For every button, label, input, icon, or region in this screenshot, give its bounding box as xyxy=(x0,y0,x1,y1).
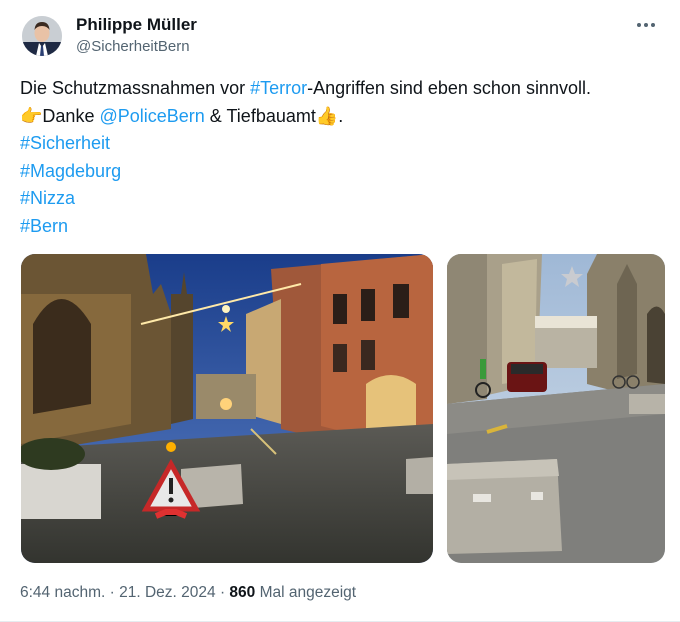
more-horizontal-icon-dot xyxy=(644,23,648,27)
tweet-card: Philippe Müller @SicherheitBern Die Schu… xyxy=(0,0,680,622)
tweet-text-part: -Angriffen sind eben schon sinnvoll. xyxy=(307,78,591,98)
thumbs-up-emoji: 👍 xyxy=(315,105,339,127)
hashtag-bern-link[interactable]: #Bern xyxy=(20,213,670,241)
hashtag-terror-link[interactable]: #Terror xyxy=(250,78,307,98)
hashtag-magdeburg-link[interactable]: #Magdeburg xyxy=(20,158,670,186)
day-street-barriers-photo[interactable] xyxy=(447,254,665,563)
tweet-text-part: & Tiefbauamt xyxy=(204,105,316,126)
tweet-text-part: . xyxy=(338,105,344,126)
author-name[interactable]: Philippe Müller xyxy=(76,15,197,35)
meta-separator-2: · xyxy=(219,584,226,601)
author-avatar[interactable] xyxy=(22,16,62,56)
views-label: Mal angezeigt xyxy=(259,584,357,601)
views-count: 860 xyxy=(229,584,256,601)
tweet-line-1: Die Schutzmassnahmen vor #Terror-Angriff… xyxy=(20,75,670,103)
pointing-hand-emoji: 👉 xyxy=(20,105,43,127)
tweet-text: Die Schutzmassnahmen vor #Terror-Angriff… xyxy=(20,75,670,240)
avatar-image xyxy=(22,16,62,56)
day-street-illustration xyxy=(447,254,665,563)
author-handle[interactable]: @SicherheitBern xyxy=(76,38,190,55)
night-street-barriers-photo[interactable] xyxy=(21,254,433,563)
tweet-text-part: Die Schutzmassnahmen vor xyxy=(20,78,251,98)
tweet-meta: 6:44 nachm. · 21. Dez. 2024 · 860 Mal an… xyxy=(20,584,356,602)
more-options-button[interactable] xyxy=(632,14,660,36)
mention-policebern-link[interactable]: @PoliceBern xyxy=(99,106,204,126)
tweet-line-2: 👉Danke @PoliceBern & Tiefbauamt👍. xyxy=(20,103,670,131)
tweet-text-part: Danke xyxy=(42,105,100,126)
hashtag-nizza-link[interactable]: #Nizza xyxy=(20,185,670,213)
tweet-date[interactable]: 21. Dez. 2024 xyxy=(119,584,216,601)
more-horizontal-icon-dot xyxy=(651,23,655,27)
tweet-time[interactable]: 6:44 nachm. xyxy=(20,584,105,601)
hashtag-sicherheit-link[interactable]: #Sicherheit xyxy=(20,130,670,158)
meta-separator: · xyxy=(109,584,115,601)
night-street-illustration xyxy=(21,254,433,563)
more-horizontal-icon xyxy=(637,23,641,27)
